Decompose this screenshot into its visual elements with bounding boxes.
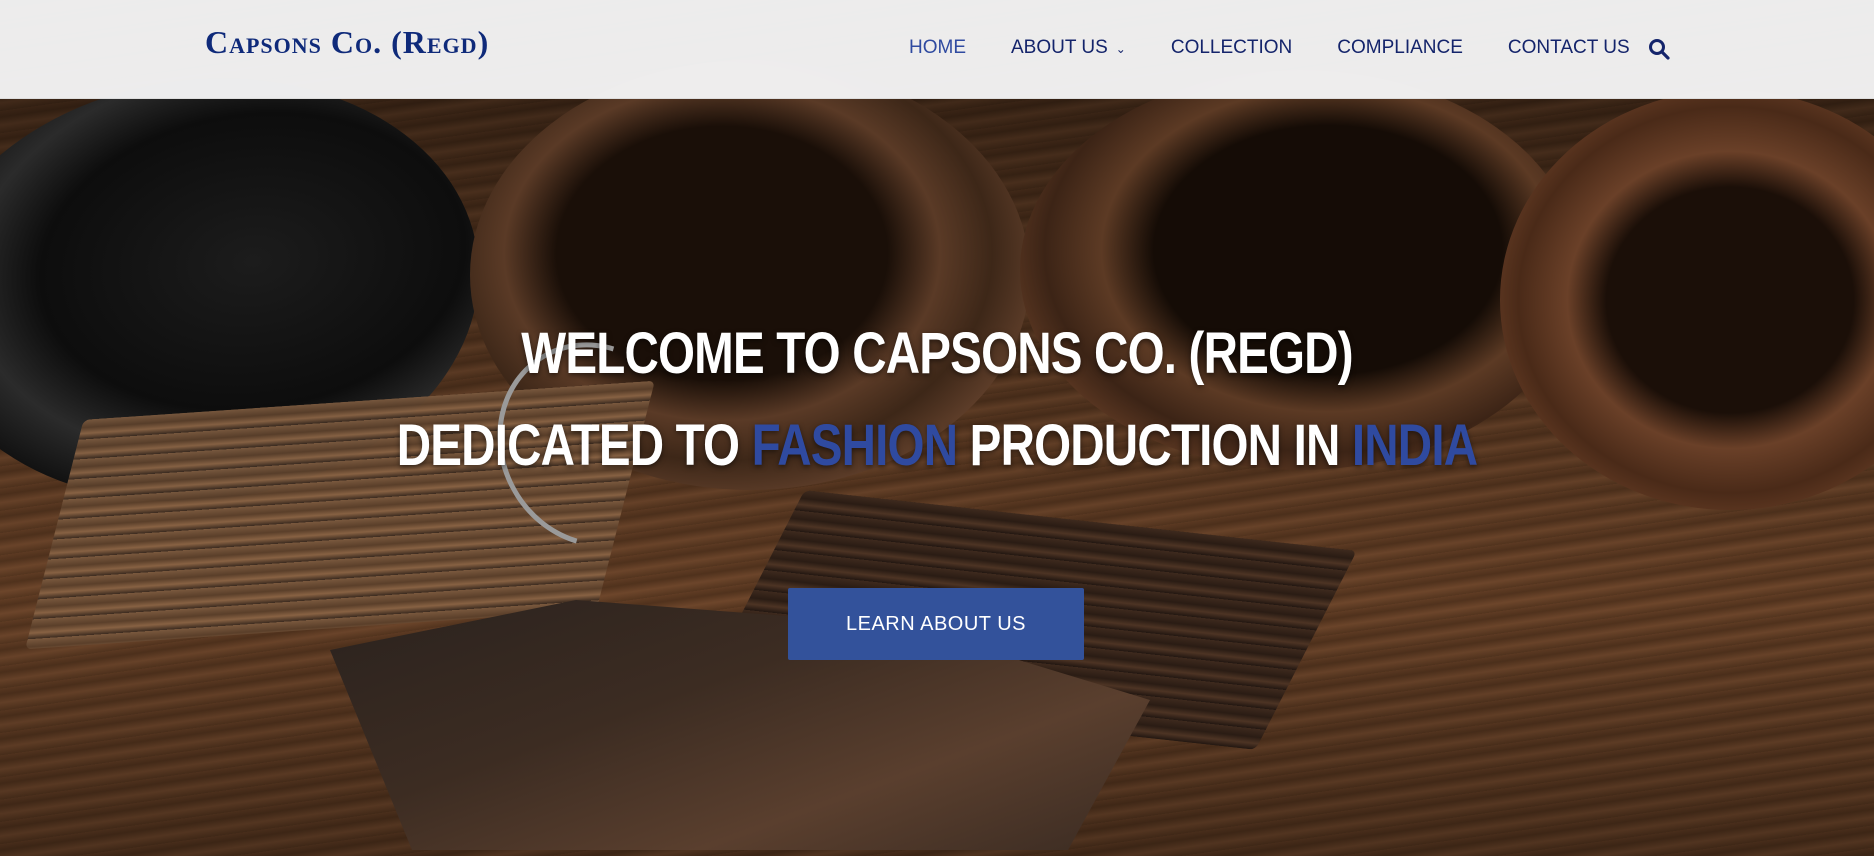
hero-subtitle-part: DEDICATED TO [396,413,752,478]
site-header: Capsons Co. (Regd) HOME ABOUT US ⌄ COLLEC… [0,0,1874,99]
nav-item-label: HOME [909,37,966,58]
hero-subtitle-accent: FASHION [751,413,958,478]
site-logo[interactable]: Capsons Co. (Regd) [205,24,489,61]
nav-item-contact-us[interactable]: CONTACT US [1508,37,1630,59]
nav-item-about-us[interactable]: ABOUT US ⌄ [1011,37,1126,59]
main-nav: HOME ABOUT US ⌄ COLLECTION COMPLIANCE CON… [909,37,1675,59]
nav-item-compliance[interactable]: COMPLIANCE [1337,37,1463,59]
nav-item-label: CONTACT US [1507,37,1630,58]
chevron-down-icon: ⌄ [1115,42,1126,56]
nav-item-label: COMPLIANCE [1337,37,1463,58]
hero-subtitle-part: PRODUCTION IN [957,413,1352,478]
learn-about-us-button[interactable]: LEARN ABOUT US [788,588,1084,660]
nav-item-home[interactable]: HOME [909,37,966,59]
hero-title: WELCOME TO CAPSONS CO. (REGD) [521,321,1353,386]
hero-subtitle-accent: INDIA [1351,413,1478,478]
nav-item-label: COLLECTION [1170,37,1293,58]
search-icon[interactable] [1648,38,1670,60]
nav-item-collection[interactable]: COLLECTION [1171,37,1292,59]
leather-roll-image [1020,70,1580,470]
hero-subtitle: DEDICATED TO FASHION PRODUCTION IN INDIA [169,412,1706,479]
nav-item-label: ABOUT US [1011,37,1108,58]
